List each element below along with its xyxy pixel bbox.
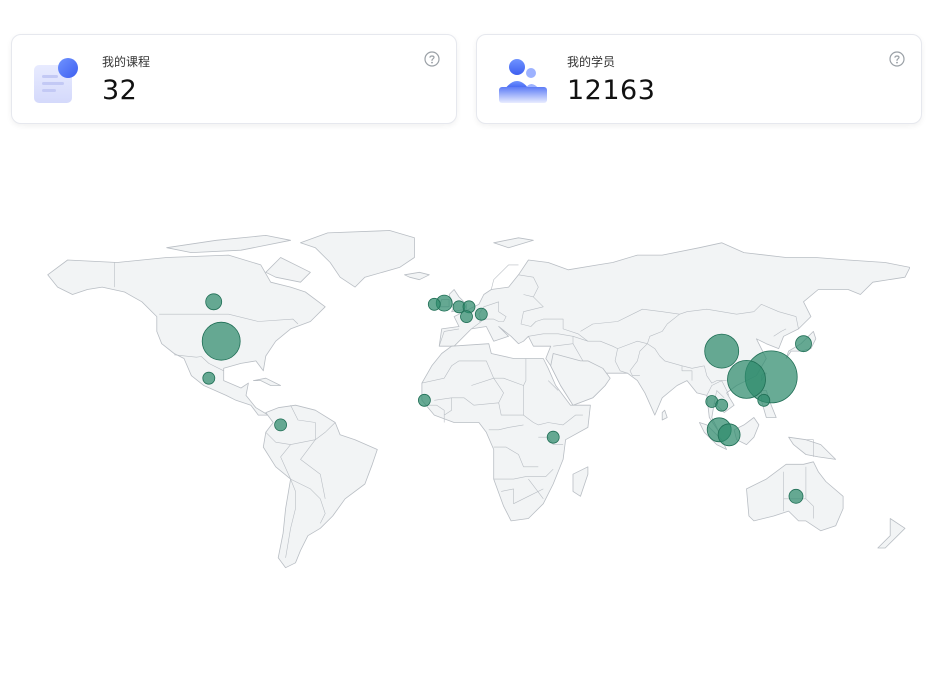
map-bubble[interactable] xyxy=(427,297,441,311)
land-svalbard xyxy=(493,237,534,249)
student-count: 12163 xyxy=(567,75,656,106)
course-stat-card: 我的课程 32 xyxy=(11,34,457,124)
student-stat-card: 我的学员 12163 xyxy=(476,34,922,124)
map-bubble[interactable] xyxy=(201,321,241,361)
map-bubble[interactable] xyxy=(546,430,560,444)
land-baffin xyxy=(265,257,311,283)
map-bubble[interactable] xyxy=(460,310,473,323)
map-bubble[interactable] xyxy=(205,293,223,311)
land-greenland xyxy=(300,230,415,288)
course-count: 32 xyxy=(102,75,138,106)
land-new-guinea xyxy=(788,436,837,460)
land-sri-lanka xyxy=(661,409,668,421)
question-circle-icon[interactable] xyxy=(889,51,905,67)
map-bubble[interactable] xyxy=(715,398,729,412)
student-label: 我的学员 xyxy=(567,55,616,69)
world-map[interactable] xyxy=(18,228,910,580)
map-bubble[interactable] xyxy=(704,333,740,369)
land-madagascar xyxy=(572,466,589,497)
world-map-canvas xyxy=(47,230,910,569)
students-icon xyxy=(499,59,547,103)
map-bubble[interactable] xyxy=(474,307,488,321)
question-circle-icon[interactable] xyxy=(424,51,440,67)
map-bubble[interactable] xyxy=(757,393,771,407)
map-bubble[interactable] xyxy=(795,335,812,353)
land-arctic-islands xyxy=(166,235,292,254)
map-bubble[interactable] xyxy=(727,359,766,399)
map-bubble[interactable] xyxy=(417,393,431,407)
book-icon xyxy=(34,58,78,103)
course-label: 我的课程 xyxy=(102,55,151,69)
map-bubble[interactable] xyxy=(788,488,804,504)
land-iceland xyxy=(404,271,430,281)
map-bubble[interactable] xyxy=(202,371,216,385)
map-bubble[interactable] xyxy=(717,423,741,447)
map-bubble[interactable] xyxy=(274,418,288,432)
land-cuba xyxy=(252,377,282,386)
land-new-zealand xyxy=(877,518,906,549)
